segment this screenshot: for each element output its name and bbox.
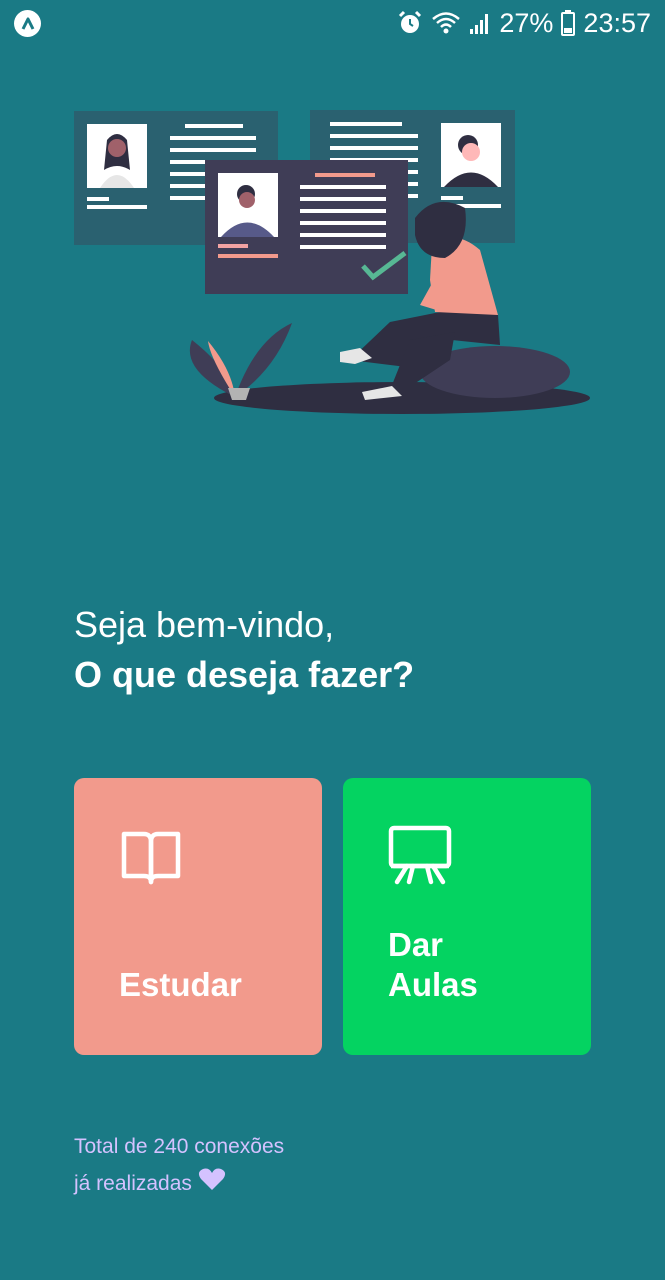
clock-time: 23:57	[583, 7, 651, 38]
app-logo-icon	[14, 10, 41, 37]
signal-icon	[469, 11, 491, 35]
teach-label: Dar Aulas	[388, 925, 568, 1005]
study-label: Estudar	[119, 966, 242, 1003]
connections-done-text: já realizadas	[74, 1172, 192, 1195]
battery-icon	[561, 10, 576, 36]
welcome-section: Seja bem-vindo, O que deseja fazer?	[74, 600, 594, 700]
presentation-board-icon	[387, 824, 453, 894]
heart-icon	[198, 1168, 226, 1196]
teach-label-line1: Dar	[388, 926, 444, 963]
question-heading: O que deseja fazer?	[74, 654, 415, 695]
study-button[interactable]: Estudar	[74, 778, 322, 1055]
teach-label-line2: Aulas	[388, 966, 478, 1003]
connections-total-text: Total de 240 conexões	[74, 1135, 285, 1158]
connections-footer: Total de 240 conexões já realizadas	[74, 1128, 474, 1203]
battery-percent: 27%	[499, 7, 554, 38]
wifi-icon	[431, 10, 461, 36]
connections-line2: já realizadas	[74, 1165, 474, 1203]
hero-illustration	[60, 100, 605, 430]
book-open-icon	[118, 824, 184, 894]
teach-button[interactable]: Dar Aulas	[343, 778, 591, 1055]
status-indicators: 27% 23:57	[397, 6, 651, 40]
greeting-text: Seja bem-vindo,	[74, 604, 335, 645]
alarm-icon	[397, 10, 423, 36]
status-bar: 27% 23:57	[0, 0, 665, 48]
